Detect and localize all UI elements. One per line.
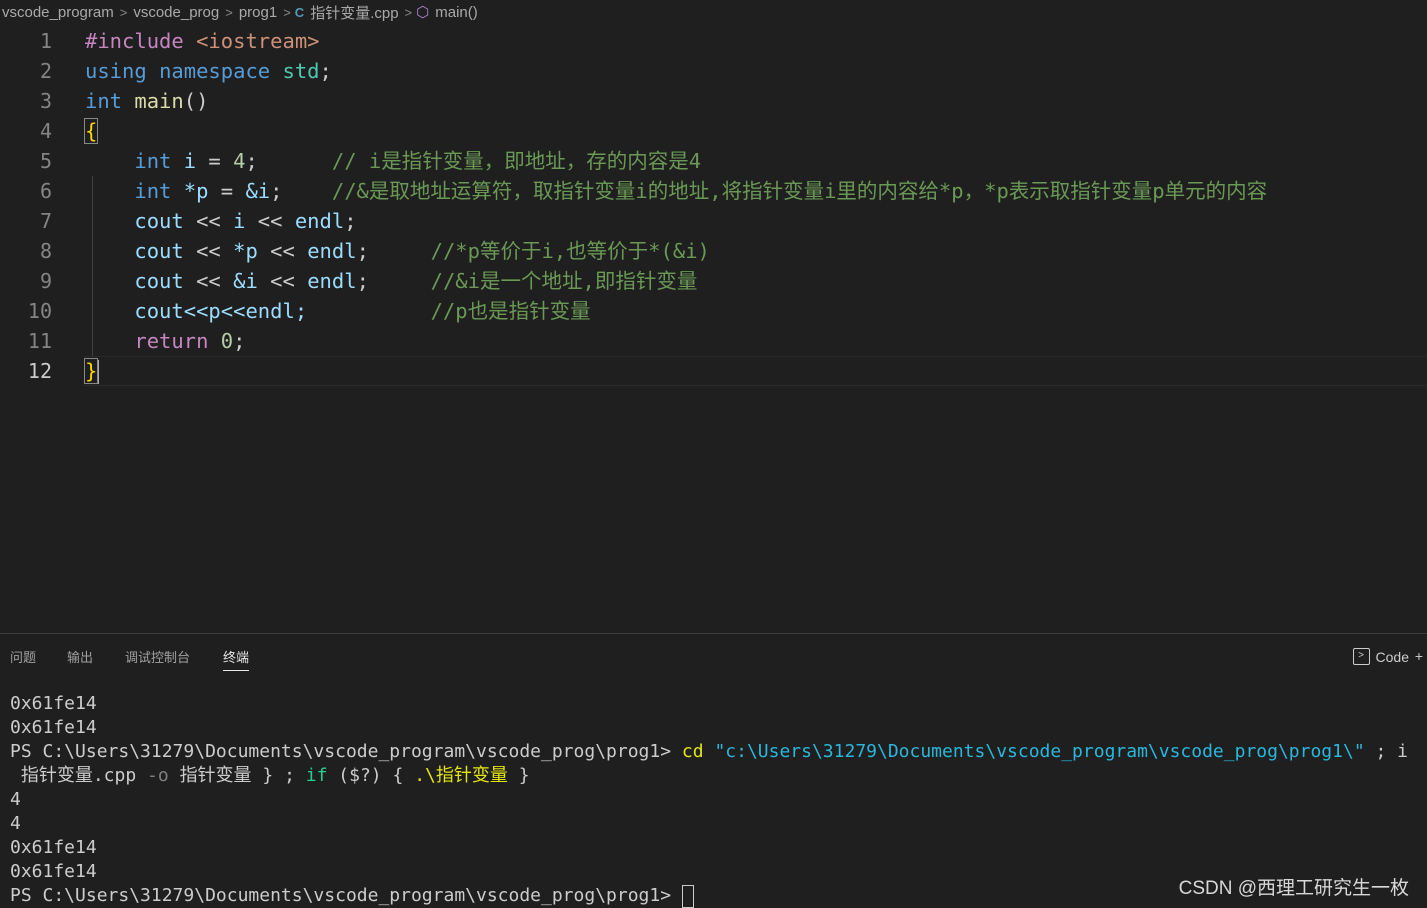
breadcrumb-item-vscode-prog[interactable]: vscode_prog bbox=[131, 4, 221, 21]
code-line-active: 12 } bbox=[0, 356, 1427, 386]
terminal-icon: > bbox=[1352, 648, 1370, 665]
add-terminal-icon[interactable]: + bbox=[1415, 648, 1423, 664]
terminal-command-wrap: 指针变量.cpp -o 指针变量 } ; if ($?) { .\指针变量 } bbox=[10, 765, 530, 786]
terminal-command-line: PS C:\Users\31279\Documents\vscode_progr… bbox=[10, 741, 1409, 762]
line-number[interactable]: 8 bbox=[0, 236, 52, 266]
tab-terminal[interactable]: 终端 bbox=[223, 648, 250, 671]
chevron-right-icon: > bbox=[404, 4, 413, 20]
line-number[interactable]: 3 bbox=[0, 86, 52, 116]
code-line: 7 cout << i << endl; bbox=[0, 206, 1427, 236]
code-line: 5 int i = 4; // i是指针变量，即地址，存的内容是4 bbox=[0, 146, 1427, 176]
breadcrumb-item-vscode-program[interactable]: vscode_program bbox=[0, 4, 116, 21]
panel-tabs: 问题 输出 调试控制台 终端 > Code + bbox=[0, 634, 1427, 678]
code-line: 1 #include <iostream> bbox=[0, 26, 1427, 56]
terminal-line: 0x61fe14 bbox=[10, 837, 97, 858]
line-number[interactable]: 7 bbox=[0, 206, 52, 236]
breadcrumb-item-prog1[interactable]: prog1 bbox=[237, 4, 279, 21]
line-number[interactable]: 1 bbox=[0, 26, 52, 56]
line-number[interactable]: 10 bbox=[0, 296, 52, 326]
text-cursor bbox=[97, 360, 100, 384]
code-line: 2 using namespace std; bbox=[0, 56, 1427, 86]
cpp-file-icon: C bbox=[294, 4, 305, 20]
code-line: 6 int *p = &i; //&是取地址运算符，取指针变量i的地址,将指针变… bbox=[0, 176, 1427, 206]
chevron-right-icon: > bbox=[225, 4, 233, 20]
line-number[interactable]: 4 bbox=[0, 116, 52, 146]
tab-debug-console[interactable]: 调试控制台 bbox=[125, 648, 190, 670]
terminal-launcher-button[interactable]: > Code + bbox=[1352, 648, 1423, 665]
code-line: 10 cout<<p<<endl; //p也是指针变量 bbox=[0, 296, 1427, 326]
bottom-panel: 问题 输出 调试控制台 终端 > Code + 0x61fe14 0x61fe1… bbox=[0, 633, 1427, 908]
terminal-line: 0x61fe14 bbox=[10, 717, 97, 738]
launcher-label: Code bbox=[1375, 648, 1409, 665]
symbol-method-icon: ⬡ bbox=[416, 4, 430, 21]
code-line: 4 { bbox=[0, 116, 1427, 146]
terminal-line: 4 bbox=[10, 789, 21, 810]
code-line: 3 int main() bbox=[0, 86, 1427, 116]
code-line: 9 cout << &i << endl; //&i是一个地址,即指针变量 bbox=[0, 266, 1427, 296]
terminal-line: 0x61fe14 bbox=[10, 693, 97, 714]
line-number[interactable]: 9 bbox=[0, 266, 52, 296]
tab-problems[interactable]: 问题 bbox=[10, 648, 36, 670]
breadcrumb: vscode_program > vscode_prog > prog1 > C… bbox=[0, 0, 1427, 24]
tab-output[interactable]: 输出 bbox=[67, 648, 93, 670]
code-line: 11 return 0; bbox=[0, 326, 1427, 356]
chevron-right-icon: > bbox=[119, 4, 128, 20]
watermark: CSDN @西理工研究生一枚 bbox=[1178, 878, 1409, 899]
code-editor[interactable]: 1 #include <iostream> 2 using namespace … bbox=[0, 26, 1427, 632]
line-number[interactable]: 2 bbox=[0, 56, 52, 86]
line-number[interactable]: 11 bbox=[0, 326, 52, 356]
breadcrumb-item-file[interactable]: 指针变量.cpp bbox=[308, 2, 400, 23]
line-number[interactable]: 12 bbox=[0, 356, 52, 386]
chevron-right-icon: > bbox=[283, 4, 291, 20]
terminal-cursor bbox=[681, 884, 694, 908]
breadcrumb-item-symbol[interactable]: main() bbox=[433, 4, 480, 21]
line-number[interactable]: 5 bbox=[0, 146, 52, 176]
terminal-line: 4 bbox=[10, 813, 21, 834]
line-number[interactable]: 6 bbox=[0, 176, 52, 206]
code-line: 8 cout << *p << endl; //*p等价于i,也等价于*(&i) bbox=[0, 236, 1427, 266]
